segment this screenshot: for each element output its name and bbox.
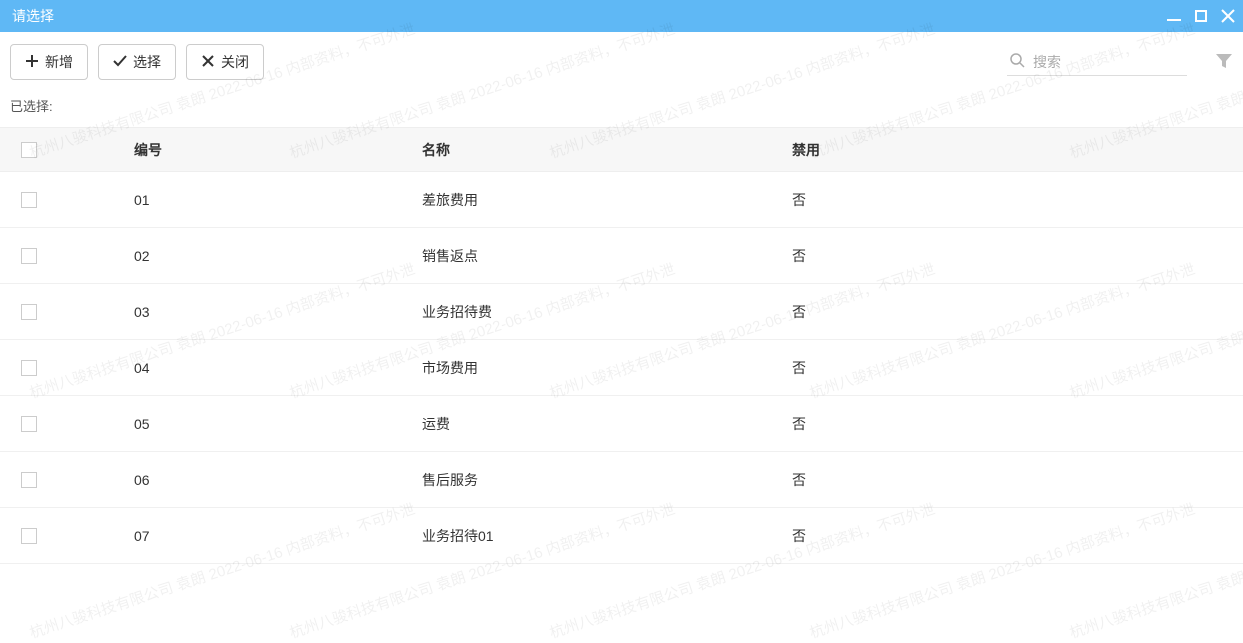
close-icon[interactable] [1221, 9, 1235, 23]
cell-name: 市场费用 [422, 358, 792, 378]
cell-disabled: 否 [792, 470, 1243, 490]
cell-disabled: 否 [792, 302, 1243, 322]
cell-disabled: 否 [792, 358, 1243, 378]
table-row[interactable]: 01 差旅费用 否 [0, 172, 1243, 228]
row-checkbox[interactable] [21, 304, 37, 320]
cell-code: 01 [58, 192, 422, 208]
cell-name: 运费 [422, 414, 792, 434]
cell-name: 差旅费用 [422, 190, 792, 210]
table-row[interactable]: 03 业务招待费 否 [0, 284, 1243, 340]
cell-name: 业务招待费 [422, 302, 792, 322]
table-header: 编号 名称 禁用 [0, 128, 1243, 172]
cell-name: 售后服务 [422, 470, 792, 490]
toolbar: 新增 选择 关闭 [0, 32, 1243, 88]
header-code: 编号 [58, 140, 422, 160]
row-checkbox[interactable] [21, 472, 37, 488]
select-button[interactable]: 选择 [98, 44, 176, 80]
row-checkbox[interactable] [21, 248, 37, 264]
table-row[interactable]: 04 市场费用 否 [0, 340, 1243, 396]
header-name: 名称 [422, 140, 792, 160]
check-icon [113, 54, 127, 71]
table-row[interactable]: 05 运费 否 [0, 396, 1243, 452]
cell-code: 06 [58, 472, 422, 488]
cell-name: 业务招待01 [422, 526, 792, 546]
row-checkbox[interactable] [21, 528, 37, 544]
table-row[interactable]: 06 售后服务 否 [0, 452, 1243, 508]
filter-icon[interactable] [1215, 52, 1233, 73]
select-all-checkbox[interactable] [21, 142, 37, 158]
cell-disabled: 否 [792, 526, 1243, 546]
maximize-icon[interactable] [1195, 10, 1207, 22]
selected-label: 已选择: [0, 88, 1243, 127]
add-button-label: 新增 [45, 52, 73, 72]
cell-code: 05 [58, 416, 422, 432]
window-title: 请选择 [12, 6, 54, 26]
cell-code: 02 [58, 248, 422, 264]
search-box[interactable] [1007, 48, 1187, 76]
cell-disabled: 否 [792, 190, 1243, 210]
cell-code: 07 [58, 528, 422, 544]
window-controls [1167, 9, 1235, 23]
close-button[interactable]: 关闭 [186, 44, 264, 80]
x-icon [201, 54, 215, 71]
table-body: 01 差旅费用 否 02 销售返点 否 03 业务招待费 否 04 市场费用 否… [0, 172, 1243, 578]
select-button-label: 选择 [133, 52, 161, 72]
search-icon [1009, 52, 1025, 71]
minimize-icon[interactable] [1167, 11, 1181, 21]
close-button-label: 关闭 [221, 52, 249, 72]
row-checkbox[interactable] [21, 360, 37, 376]
add-button[interactable]: 新增 [10, 44, 88, 80]
cell-disabled: 否 [792, 414, 1243, 434]
table: 编号 名称 禁用 01 差旅费用 否 02 销售返点 否 03 业务招待费 否 … [0, 127, 1243, 578]
plus-icon [25, 54, 39, 71]
row-checkbox[interactable] [21, 416, 37, 432]
cell-code: 04 [58, 360, 422, 376]
search-input[interactable] [1033, 54, 1185, 70]
titlebar: 请选择 [0, 0, 1243, 32]
row-checkbox[interactable] [21, 192, 37, 208]
cell-disabled: 否 [792, 246, 1243, 266]
table-row[interactable]: 07 业务招待01 否 [0, 508, 1243, 564]
header-disabled: 禁用 [792, 140, 1243, 160]
cell-name: 销售返点 [422, 246, 792, 266]
cell-code: 03 [58, 304, 422, 320]
table-row[interactable]: 02 销售返点 否 [0, 228, 1243, 284]
